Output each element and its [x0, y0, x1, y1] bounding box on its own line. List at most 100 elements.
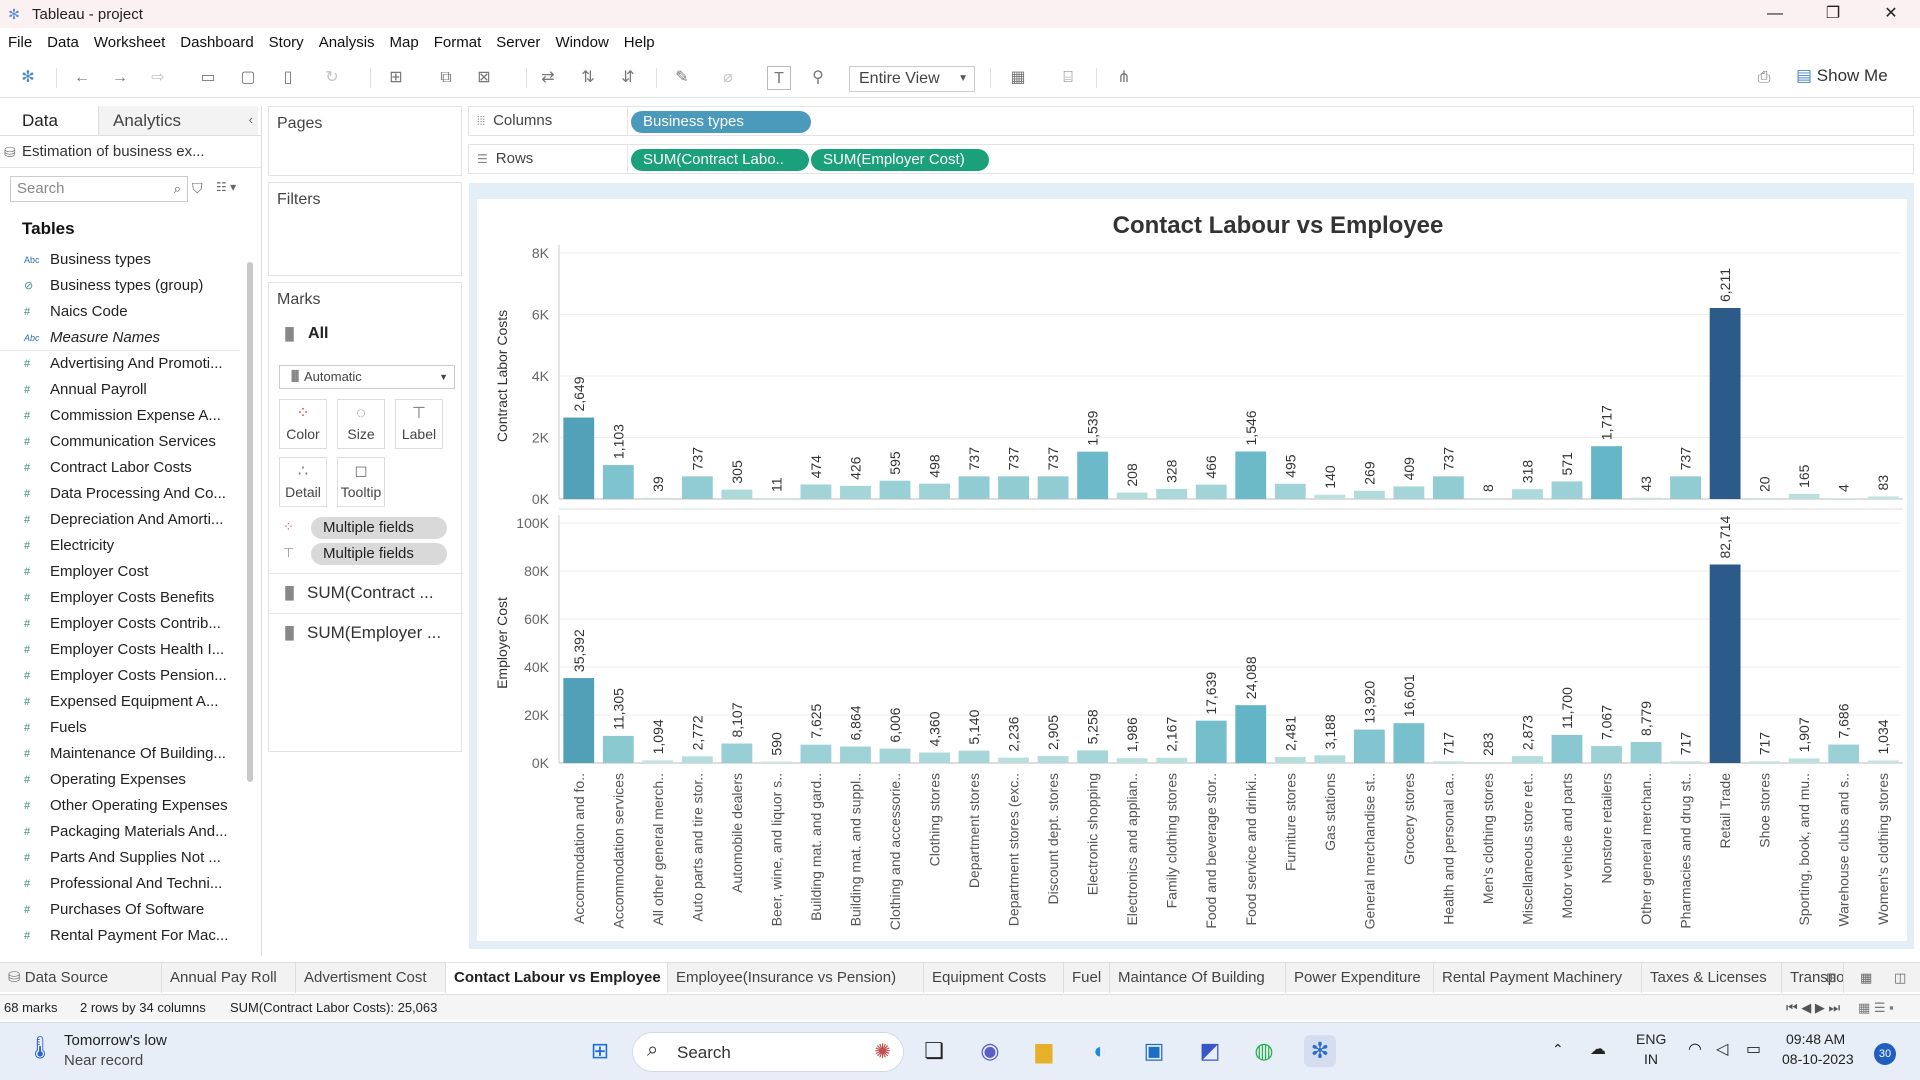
field-item[interactable]: # Employer Costs Benefits: [0, 585, 240, 611]
language-line2[interactable]: IN: [1644, 1051, 1658, 1067]
bar[interactable]: [1393, 486, 1425, 499]
wifi-icon[interactable]: ◠: [1688, 1039, 1702, 1059]
tab-data[interactable]: Data: [0, 106, 98, 135]
bar[interactable]: [1512, 756, 1543, 763]
marks-all-tab[interactable]: ▐▌ All: [281, 325, 328, 343]
bar[interactable]: [1116, 492, 1148, 499]
search-input[interactable]: Search ⌕: [10, 176, 188, 202]
menu-dashboard[interactable]: Dashboard: [180, 34, 253, 51]
new-data-source-icon[interactable]: ▢: [236, 66, 260, 90]
bar[interactable]: [1828, 498, 1860, 499]
windows-start-icon[interactable]: ⊞: [584, 1035, 616, 1067]
language-line1[interactable]: ENG: [1636, 1031, 1666, 1047]
bar[interactable]: [1551, 481, 1583, 499]
bar[interactable]: [1353, 490, 1385, 499]
bar[interactable]: [1749, 498, 1781, 499]
field-item[interactable]: # Annual Payroll: [0, 377, 240, 403]
bar[interactable]: [800, 484, 832, 499]
tableau-logo-icon[interactable]: ✻: [16, 66, 40, 90]
teams-chat-icon[interactable]: ◉: [974, 1035, 1006, 1067]
bar[interactable]: [563, 417, 595, 499]
redo-icon[interactable]: →: [108, 66, 132, 90]
bar[interactable]: [1512, 489, 1543, 499]
field-item[interactable]: # Expensed Equipment A...: [0, 689, 240, 715]
bar[interactable]: [1314, 755, 1346, 763]
sheet-tab[interactable]: Employee(Insurance vs Pension): [668, 963, 924, 993]
data-source-tab[interactable]: ⛁ Data Source: [0, 963, 162, 993]
field-item[interactable]: # Electricity: [0, 533, 240, 559]
field-item[interactable]: # Commission Expense A...: [0, 403, 240, 429]
label-pill[interactable]: Multiple fields: [311, 543, 447, 565]
new-dashboard-tab-icon[interactable]: ▦: [1860, 963, 1872, 993]
menu-file[interactable]: File: [8, 34, 32, 51]
weather-line1[interactable]: Tomorrow's low: [64, 1032, 167, 1049]
volume-icon[interactable]: ◁: [1716, 1039, 1728, 1059]
edge-browser-icon[interactable]: ◐: [1084, 1035, 1116, 1067]
bar[interactable]: [879, 480, 911, 499]
battery-icon[interactable]: ▭: [1746, 1039, 1761, 1059]
bar[interactable]: [1472, 762, 1504, 763]
bar[interactable]: [1472, 498, 1504, 499]
fix-axes-icon[interactable]: ⚲: [806, 66, 830, 90]
field-item[interactable]: # Employer Costs Contrib...: [0, 611, 240, 637]
field-item[interactable]: # Data Processing And Co...: [0, 481, 240, 507]
bar[interactable]: [800, 744, 832, 763]
filters-card[interactable]: Filters: [268, 182, 462, 276]
bar[interactable]: [1077, 451, 1109, 499]
bar[interactable]: [1867, 760, 1899, 763]
weather-line2[interactable]: Near record: [64, 1052, 143, 1069]
bar[interactable]: [721, 489, 753, 499]
sheet-nav-icons[interactable]: ⏮ ◀ ▶ ⏭: [1786, 995, 1840, 1021]
bar[interactable]: [1037, 476, 1069, 499]
bar[interactable]: [1749, 761, 1781, 763]
bar[interactable]: [1156, 488, 1188, 499]
save-icon[interactable]: ▭: [196, 66, 220, 90]
bar[interactable]: [760, 761, 792, 763]
detail-button[interactable]: ∴ Detail: [279, 457, 327, 507]
field-item[interactable]: # Contract Labor Costs: [0, 455, 240, 481]
bar[interactable]: [681, 756, 713, 763]
field-item[interactable]: # Depreciation And Amorti...: [0, 507, 240, 533]
bar[interactable]: [642, 497, 674, 499]
bar[interactable]: [1630, 497, 1662, 499]
field-item[interactable]: Abc Measure Names: [0, 325, 240, 351]
field-item[interactable]: # Employer Cost: [0, 559, 240, 585]
field-item[interactable]: # Employer Costs Pension...: [0, 663, 240, 689]
bar[interactable]: [1432, 476, 1464, 499]
highlight-icon[interactable]: ✎: [670, 66, 694, 90]
weather-thermometer-icon[interactable]: 🌡: [26, 1035, 54, 1061]
field-item[interactable]: # Communication Services: [0, 429, 240, 455]
pages-card[interactable]: Pages: [268, 106, 462, 176]
sheet-tab[interactable]: Annual Pay Roll: [162, 963, 296, 993]
tooltip-button[interactable]: ◻ Tooltip: [337, 457, 385, 507]
bar[interactable]: [1235, 705, 1267, 763]
fit-dropdown[interactable]: Entire View ▼: [849, 66, 975, 92]
bar[interactable]: [1709, 564, 1741, 763]
menu-format[interactable]: Format: [434, 34, 482, 51]
group-members-icon[interactable]: ⌀: [716, 66, 740, 90]
bar[interactable]: [1551, 734, 1583, 763]
sheet-tab[interactable]: Taxes & Licenses: [1642, 963, 1782, 993]
field-item[interactable]: # Purchases Of Software: [0, 897, 240, 923]
sheet-tab[interactable]: Contact Labour vs Employee: [446, 963, 668, 993]
bar[interactable]: [1788, 758, 1820, 763]
bar[interactable]: [760, 498, 792, 499]
menu-story[interactable]: Story: [269, 34, 304, 51]
bar[interactable]: [1867, 496, 1899, 499]
rows-pill-contract-labor[interactable]: SUM(Contract Labo..: [631, 149, 809, 171]
bar[interactable]: [1156, 757, 1188, 763]
menu-help[interactable]: Help: [624, 34, 655, 51]
bar[interactable]: [602, 465, 634, 499]
menu-map[interactable]: Map: [390, 34, 419, 51]
clock-time[interactable]: 09:48 AM: [1786, 1031, 1845, 1047]
field-item[interactable]: # Employer Costs Health I...: [0, 637, 240, 663]
bar[interactable]: [1195, 720, 1227, 763]
bar[interactable]: [1709, 308, 1741, 499]
undo-icon[interactable]: ←: [70, 66, 94, 90]
close-window-button[interactable]: ✕: [1862, 0, 1920, 28]
bar[interactable]: [1828, 744, 1860, 763]
bar[interactable]: [919, 483, 950, 499]
field-list-scrollbar[interactable]: [247, 262, 253, 782]
menu-data[interactable]: Data: [47, 34, 79, 51]
bar[interactable]: [1116, 758, 1148, 763]
